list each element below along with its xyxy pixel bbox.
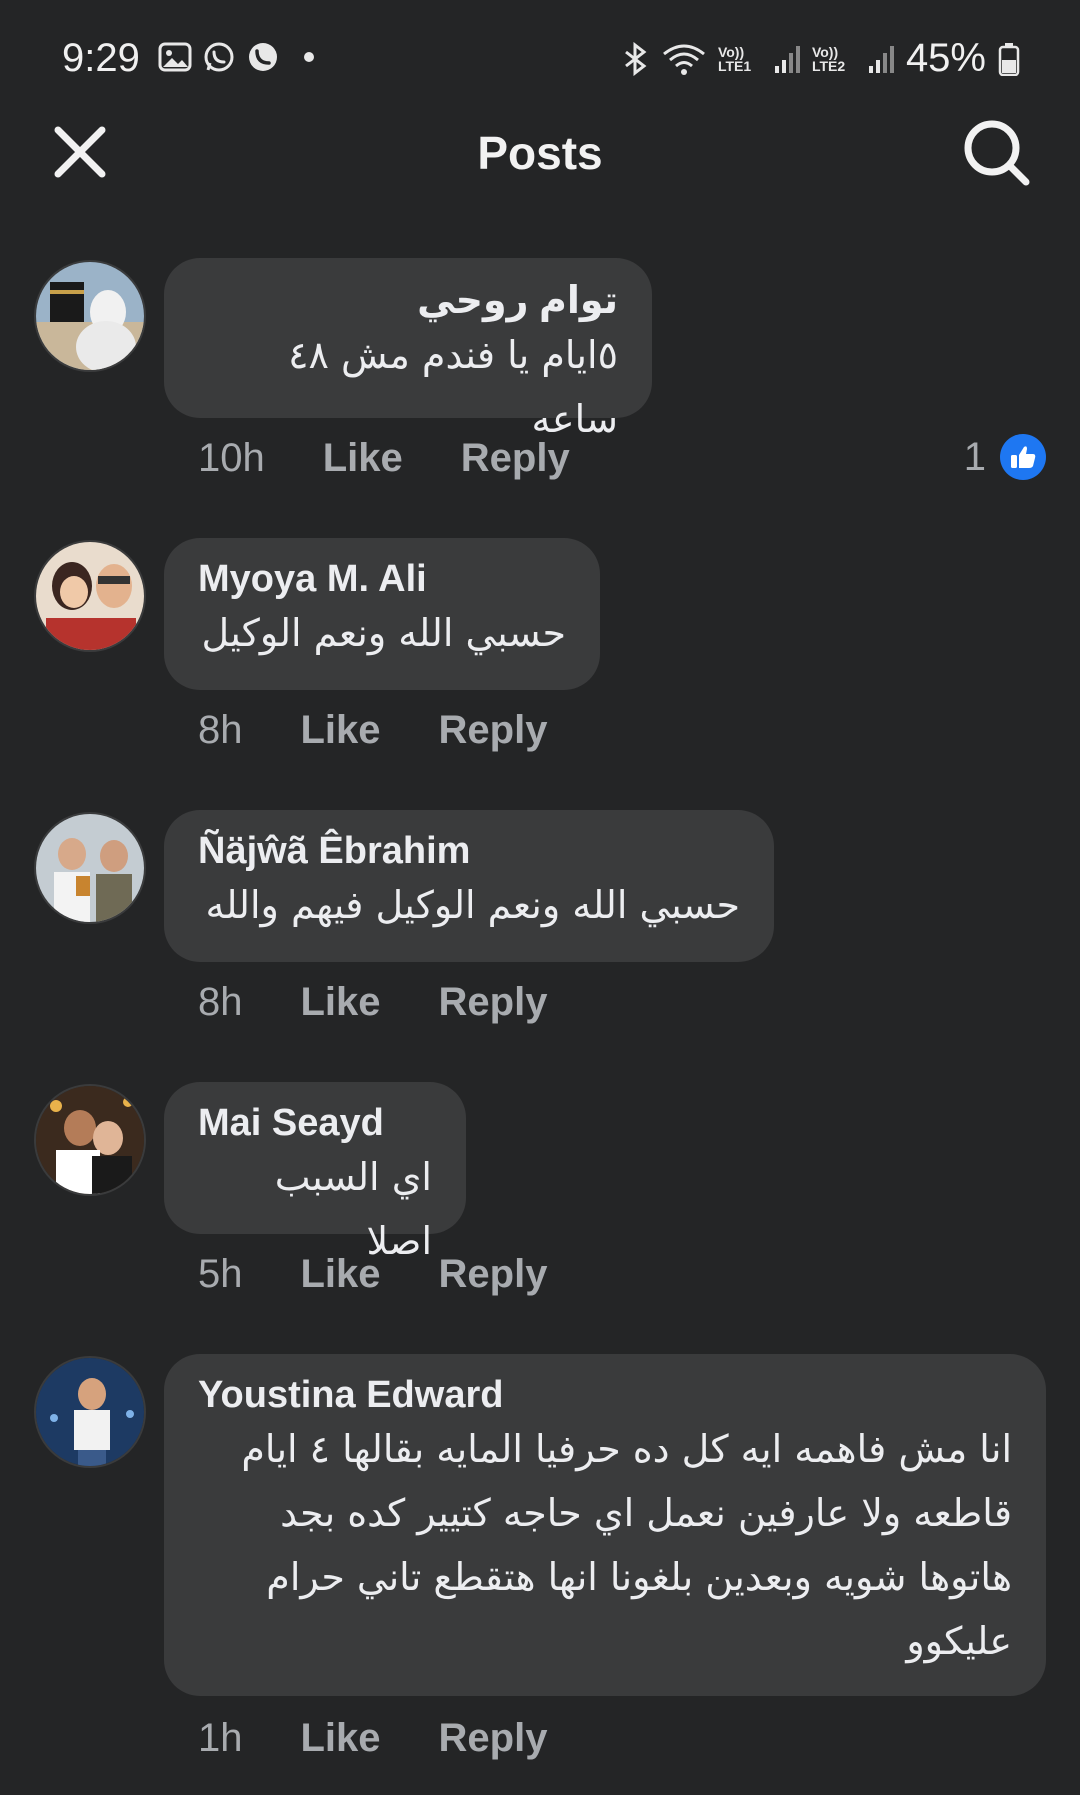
thumbs-up-icon [1000,434,1046,480]
whatsapp-icon [204,42,234,72]
comment-text: ٥ايام يا فندم مش ٤٨ ساعه [288,333,618,441]
wifi-icon [663,44,705,75]
comment-actions: 10h Like Reply [198,436,570,481]
reply-button[interactable]: Reply [439,708,548,753]
avatar[interactable] [34,260,146,372]
battery-percent: 45% [905,36,986,80]
signal-icon-2 [868,45,894,73]
more-notifications-dot [304,52,314,62]
like-button[interactable]: Like [301,1716,381,1761]
status-notification-icons [158,40,314,74]
network-label-2: Vo)) LTE2 [811,43,846,74]
bluetooth-icon [625,41,647,76]
avatar[interactable] [34,540,146,652]
reaction-summary[interactable]: 1 [964,434,1046,480]
comment-author[interactable]: Youstina Edward [198,1374,1012,1417]
like-button[interactable]: Like [323,436,403,481]
comment-time: 8h [198,980,243,1024]
header: Posts [0,116,1080,232]
status-system-icons: Vo)) LTE1 Vo)) LTE2 45% [620,36,1020,81]
comment-bubble[interactable]: Myoya M. Ali حسبي الله ونعم الوكيل [164,538,600,690]
like-button[interactable]: Like [301,1252,381,1297]
network-label-1: Vo)) LTE1 [717,43,752,74]
comment-time: 1h [198,1716,243,1760]
viber-icon [249,43,277,71]
comment-actions: 8h Like Reply [198,708,547,753]
like-button[interactable]: Like [301,708,381,753]
page-title: Posts [477,127,603,179]
status-bar: 9:29 Vo)) LTE1 Vo)) LTE2 45% [0,0,1080,116]
comment-text: حسبي الله ونعم الوكيل [201,611,566,655]
comment-time: 8h [198,708,243,752]
like-button[interactable]: Like [301,980,381,1025]
comment-actions: 8h Like Reply [198,980,547,1025]
comment-bubble[interactable]: Ñäjŵã Êbrahim حسبي الله ونعم الوكيل فيهم… [164,810,774,962]
comment-bubble[interactable]: توام روحي ٥ايام يا فندم مش ٤٨ ساعه [164,258,652,441]
reply-button[interactable]: Reply [439,1252,548,1297]
avatar[interactable] [34,1356,146,1468]
comment-actions: 1h Like Reply [198,1716,547,1761]
reply-button[interactable]: Reply [439,980,548,1025]
comment-text: حسبي الله ونعم الوكيل فيهم والله [205,883,740,927]
comment-author[interactable]: Ñäjŵã Êbrahim [198,830,740,873]
comment-author[interactable]: توام روحي [198,278,618,323]
gallery-icon [158,42,192,72]
comment-author[interactable]: Myoya M. Ali [198,558,566,601]
comment-author[interactable]: Mai Seayd [198,1102,432,1145]
comment-actions: 5h Like Reply [198,1252,547,1297]
reaction-count: 1 [963,434,986,479]
battery-icon [998,42,1020,76]
comment-time: 5h [198,1252,243,1296]
avatar[interactable] [34,1084,146,1196]
status-time: 9:29 [62,36,140,80]
comment-time: 10h [198,436,265,480]
reply-button[interactable]: Reply [439,1716,548,1761]
comment-bubble[interactable]: Youstina Edward انا مش فاهمه ايه كل ده ح… [164,1354,1046,1696]
search-icon[interactable] [962,118,1032,188]
reply-button[interactable]: Reply [461,436,570,481]
comment-text: انا مش فاهمه ايه كل ده حرفيا المايه بقال… [241,1427,1012,1663]
comment-bubble[interactable]: Mai Seayd اي السبب اصلا [164,1082,466,1263]
avatar[interactable] [34,812,146,924]
signal-icon-1 [774,45,800,73]
